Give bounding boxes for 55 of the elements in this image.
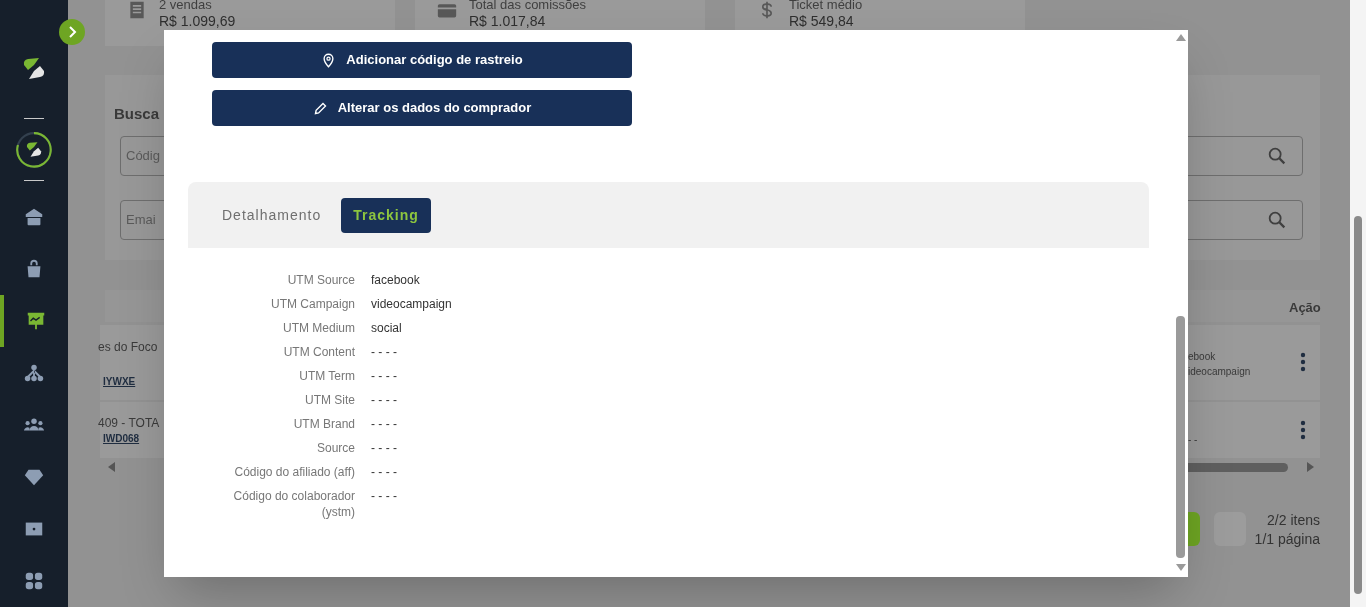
scroll-up-icon bbox=[1176, 34, 1186, 41]
field-value: - - - - bbox=[371, 368, 398, 384]
utm-text: ideocampaign bbox=[1188, 365, 1251, 379]
field-value: - - - - bbox=[371, 464, 398, 480]
field-value: - - - - bbox=[371, 392, 398, 408]
product-name: 409 - TOTA bbox=[98, 415, 160, 432]
field-label: UTM Site bbox=[304, 392, 355, 408]
field-label: Código do afiliado (aff) bbox=[233, 464, 355, 480]
field-label: Código do colaborador (ystm) bbox=[232, 488, 355, 520]
column-header: Ação bbox=[1289, 299, 1321, 317]
field-label: UTM Term bbox=[298, 368, 355, 384]
kebab-menu-icon[interactable] bbox=[1299, 352, 1307, 372]
search-title: Busca bbox=[114, 104, 160, 124]
tab[interactable]: Detalhamento bbox=[210, 197, 334, 233]
order-code-link[interactable]: IYWXE bbox=[103, 374, 136, 389]
field-label: UTM Campaign bbox=[269, 296, 355, 312]
expand-toggle[interactable] bbox=[58, 18, 86, 46]
pencil-icon bbox=[312, 100, 328, 116]
stat-caption: 2 vendas bbox=[159, 0, 213, 11]
location-pin-icon bbox=[321, 52, 337, 68]
search-icon bbox=[1266, 145, 1288, 167]
field-value: - - - - bbox=[371, 440, 398, 456]
field-value: videocampaign bbox=[371, 296, 452, 312]
grid-icon bbox=[23, 570, 45, 592]
field-label: UTM Source bbox=[286, 272, 355, 288]
list-icon bbox=[127, 0, 147, 21]
scroll-down-icon bbox=[1176, 564, 1186, 571]
stat-caption: Ticket médio bbox=[789, 0, 863, 11]
edit-buyer-button[interactable]: Alterar os dados do comprador bbox=[212, 90, 632, 126]
network-icon bbox=[23, 362, 45, 384]
field-label: UTM Medium bbox=[282, 320, 355, 336]
field-value: - - - - bbox=[371, 416, 398, 432]
presentation-icon bbox=[25, 310, 47, 332]
stat-value: R$ 1.099,69 bbox=[159, 14, 236, 28]
field-label: Source bbox=[315, 440, 355, 456]
utm-text: ebook bbox=[1188, 350, 1216, 364]
search-icon bbox=[1266, 209, 1288, 231]
field-value: social bbox=[371, 320, 403, 336]
stat-value: R$ 1.017,84 bbox=[469, 14, 547, 28]
field-label: UTM Brand bbox=[292, 416, 355, 432]
order-code-link[interactable]: IWD068 bbox=[103, 431, 140, 446]
field-value: - - - - bbox=[371, 344, 398, 360]
stat-caption: Total das comissões bbox=[469, 0, 587, 11]
utm-text: - - bbox=[1188, 433, 1198, 447]
tab[interactable]: Tracking bbox=[341, 197, 431, 233]
field-value: facebook bbox=[371, 272, 421, 288]
field-value: - - - - bbox=[371, 488, 398, 505]
product-name: es do Foco bbox=[98, 339, 158, 356]
field-label: UTM Content bbox=[282, 344, 355, 360]
stat-value: R$ 549,84 bbox=[789, 14, 855, 28]
pages-count: 1/1 página bbox=[1254, 530, 1320, 549]
add-tracking-button[interactable]: Adicionar código de rastreio bbox=[212, 42, 632, 78]
items-count: 2/2 itens bbox=[1267, 511, 1320, 530]
kebab-menu-icon[interactable] bbox=[1299, 420, 1307, 440]
home-icon bbox=[23, 206, 45, 228]
